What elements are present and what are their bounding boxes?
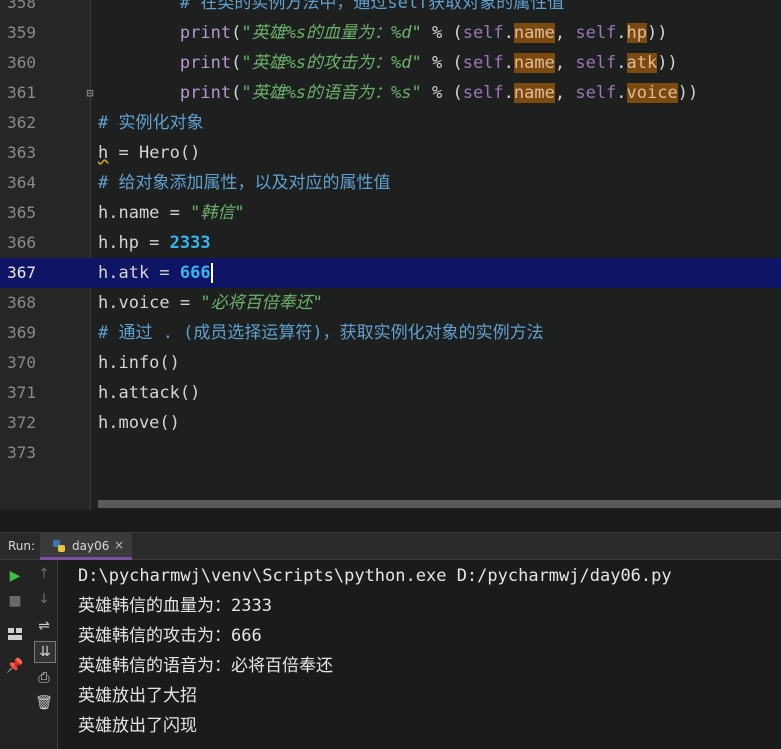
run-panel: Run: day06 × ▶ ■ 📌 ↑ ↓ ⇌ ⇊ ⎙ 🗑 D:\pychar… — [0, 532, 781, 749]
code-line[interactable]: 360 print("英雄%s的攻击为：%d" % (self.name, se… — [0, 48, 781, 78]
scroll-to-end-icon[interactable]: ⇊ — [34, 641, 56, 663]
code-line[interactable]: 361 print("英雄%s的语音为：%s" % (self.name, se… — [0, 78, 781, 108]
code-text: h.voice = "必将百倍奉还" — [98, 293, 323, 313]
code-text: print("英雄%s的攻击为：%d" % (self.name, self.a… — [179, 53, 678, 73]
line-number: 370 — [7, 353, 36, 372]
console-line: D:\pycharmwj\venv\Scripts\python.exe D:/… — [78, 566, 672, 586]
code-line[interactable]: 358 # 在类的实例方法中，通过self获取对象的属性值 — [0, 0, 781, 18]
line-number: 363 — [7, 143, 36, 162]
console-line: 英雄韩信的攻击为：666 — [78, 626, 262, 646]
code-line[interactable]: 363 h = Hero() — [0, 138, 781, 168]
line-number: 372 — [7, 413, 36, 432]
code-line[interactable]: 369 # 通过 . (成员选择运算符)，获取实例化对象的实例方法 — [0, 318, 781, 348]
pin-icon[interactable]: 📌 — [5, 656, 25, 676]
close-tab-icon[interactable]: × — [114, 538, 124, 552]
run-header: Run: day06 × — [0, 532, 781, 560]
code-line[interactable]: 359 print("英雄%s的血量为：%d" % (self.name, se… — [0, 18, 781, 48]
code-line[interactable]: 366 h.hp = 2333 — [0, 228, 781, 258]
run-toolbar-primary: ▶ ■ 📌 — [0, 560, 30, 749]
line-number: 371 — [7, 383, 36, 402]
code-text: h.atk = 666 — [98, 263, 213, 283]
code-line[interactable]: 365 h.name = "韩信" — [0, 198, 781, 228]
code-text: # 实例化对象 — [98, 113, 204, 133]
trash-icon[interactable]: 🗑 — [34, 693, 54, 713]
code-line[interactable]: 370 h.info() — [0, 348, 781, 378]
arrow-down-icon[interactable]: ↓ — [34, 589, 54, 609]
code-text: h.move() — [98, 413, 180, 433]
play-icon[interactable]: ▶ — [5, 566, 25, 586]
code-text: # 通过 . (成员选择运算符)，获取实例化对象的实例方法 — [98, 323, 544, 343]
line-number: 362 — [7, 113, 36, 132]
print-icon[interactable]: ⎙ — [34, 668, 54, 688]
arrow-up-icon[interactable]: ↑ — [34, 564, 54, 584]
fold-collapse-icon[interactable]: ⊟ — [83, 85, 97, 101]
run-tab-day06[interactable]: day06 × — [40, 533, 132, 560]
console-line: 英雄韩信的语音为：必将百倍奉还 — [78, 656, 333, 676]
code-text: print("英雄%s的血量为：%d" % (self.name, self.h… — [179, 23, 668, 43]
line-number: 368 — [7, 293, 36, 312]
line-number: 369 — [7, 323, 36, 342]
console-line: 英雄放出了大招 — [78, 686, 197, 706]
console-output[interactable]: D:\pycharmwj\venv\Scripts\python.exe D:/… — [58, 560, 781, 749]
code-line[interactable]: 368 h.voice = "必将百倍奉还" — [0, 288, 781, 318]
line-number: 367 — [7, 263, 36, 282]
run-tab-label: day06 — [72, 539, 110, 553]
code-text: h = Hero() — [98, 143, 201, 163]
line-number: 366 — [7, 233, 36, 252]
code-text: print("英雄%s的语音为：%s" % (self.name, self.v… — [179, 83, 699, 103]
code-line[interactable]: 371 h.attack() — [0, 378, 781, 408]
code-text: h.attack() — [98, 383, 201, 403]
line-number: 360 — [7, 53, 36, 72]
code-line[interactable]: 367 h.atk = 666 — [0, 258, 781, 288]
code-editor[interactable]: 358 # 在类的实例方法中，通过self获取对象的属性值 359 print("… — [0, 0, 781, 510]
console-line: 英雄韩信的血量为：2333 — [78, 596, 272, 616]
code-text: # 在类的实例方法中，通过self获取对象的属性值 — [98, 0, 565, 13]
code-line[interactable]: 364 # 给对象添加属性，以及对应的属性值 — [0, 168, 781, 198]
line-number: 364 — [7, 173, 36, 192]
horizontal-scrollbar[interactable] — [98, 500, 781, 508]
code-text: h.name = "韩信" — [98, 203, 245, 223]
scrollbar-thumb[interactable] — [98, 500, 781, 508]
line-number: 373 — [7, 443, 36, 462]
stop-icon[interactable]: ■ — [5, 591, 25, 611]
run-label: Run: — [8, 539, 36, 553]
line-number: 358 — [7, 0, 36, 12]
console-line: 英雄放出了闪现 — [78, 716, 197, 736]
code-line[interactable]: 362 # 实例化对象 — [0, 108, 781, 138]
run-toolbar-secondary: ↑ ↓ ⇌ ⇊ ⎙ 🗑 — [30, 560, 58, 749]
code-text: # 给对象添加属性，以及对应的属性值 — [98, 173, 391, 193]
code-text: h.hp = 2333 — [98, 233, 211, 253]
soft-wrap-icon[interactable]: ⇌ — [34, 616, 54, 636]
code-line[interactable]: 372 h.move() — [0, 408, 781, 438]
line-number: 361 — [7, 83, 36, 102]
python-icon — [53, 540, 65, 552]
line-number: 365 — [7, 203, 36, 222]
line-number: 359 — [7, 23, 36, 42]
code-line[interactable]: 373 — [0, 438, 781, 468]
code-text: h.info() — [98, 353, 180, 373]
layout-icon[interactable] — [5, 626, 25, 646]
